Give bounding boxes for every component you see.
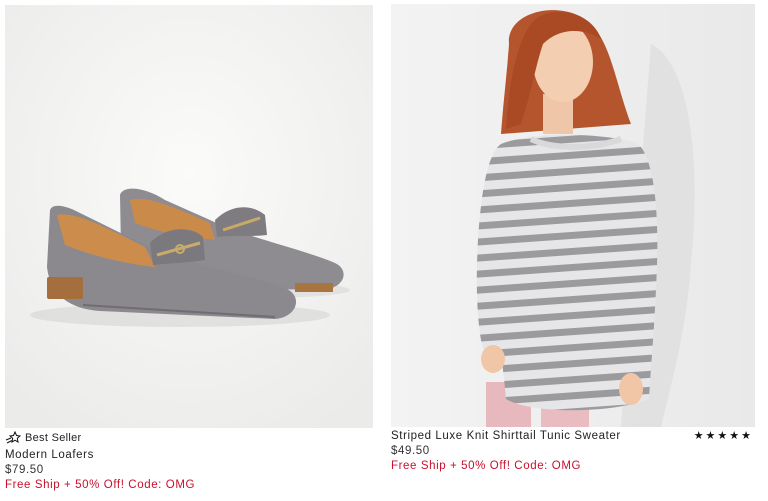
product-card-modern-loafers[interactable]: Best Seller Modern Loafers $79.50 Free S…	[5, 0, 373, 491]
product-image-sweater[interactable]	[391, 4, 755, 427]
sweater-model-illustration	[391, 4, 755, 427]
product-price: $49.50	[391, 445, 430, 457]
product-card-tunic-sweater[interactable]: Striped Luxe Knit Shirttail Tunic Sweate…	[391, 0, 755, 472]
badge-label: Best Seller	[25, 431, 82, 444]
best-seller-badge: Best Seller	[5, 430, 373, 446]
product-info: Best Seller Modern Loafers $79.50 Free S…	[5, 430, 373, 493]
shooting-star-icon	[5, 431, 21, 444]
product-price: $79.50	[5, 464, 44, 476]
product-name-link[interactable]: Modern Loafers	[5, 448, 373, 463]
product-image-loafers[interactable]	[5, 5, 373, 428]
promo-text: Free Ship + 50% Off! Code: OMG	[391, 460, 582, 472]
loafers-illustration	[5, 5, 373, 428]
product-info: Striped Luxe Knit Shirttail Tunic Sweate…	[391, 429, 755, 474]
name-rating-row: Striped Luxe Knit Shirttail Tunic Sweate…	[391, 429, 755, 444]
product-name-link[interactable]: Striped Luxe Knit Shirttail Tunic Sweate…	[391, 429, 621, 444]
star-rating[interactable]: ★★★★★	[694, 429, 753, 444]
promo-text: Free Ship + 50% Off! Code: OMG	[5, 479, 196, 491]
